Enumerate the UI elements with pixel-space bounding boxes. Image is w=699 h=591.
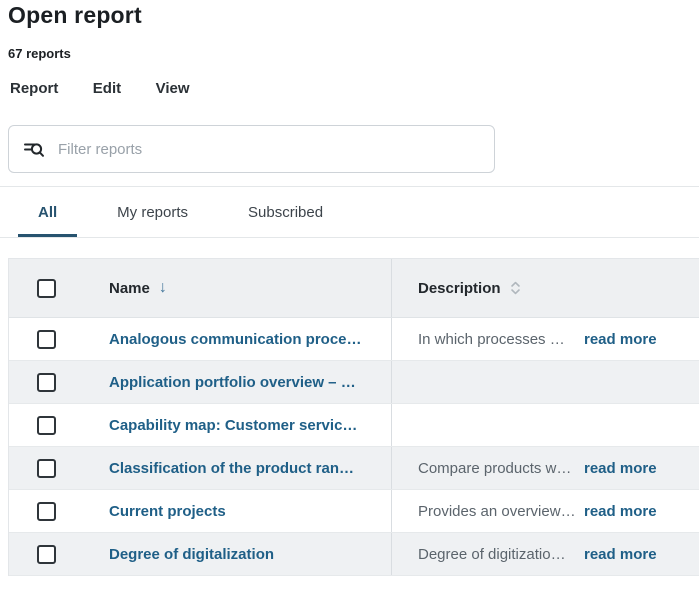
tab-my-reports[interactable]: My reports — [97, 187, 208, 237]
report-name-link[interactable]: Classification of the product ran… — [109, 460, 354, 477]
report-count: 67 reports — [0, 29, 699, 61]
report-description: In which processes … — [418, 331, 576, 348]
row-checkbox[interactable] — [37, 502, 56, 521]
column-header-description[interactable]: Description — [418, 280, 501, 297]
read-more-link[interactable]: read more — [584, 331, 657, 348]
reports-table: Name ↓ Description Analogous communicati… — [8, 258, 699, 576]
tab-bar: All My reports Subscribed — [0, 186, 699, 238]
report-name-link[interactable]: Degree of digitalization — [109, 546, 274, 563]
table-row: Capability map: Customer servic… read mo… — [9, 404, 699, 447]
report-name-link[interactable]: Current projects — [109, 503, 226, 520]
row-checkbox[interactable] — [37, 459, 56, 478]
sort-descending-icon[interactable]: ↓ — [159, 279, 167, 297]
read-more-link[interactable]: read more — [584, 503, 657, 520]
tab-subscribed[interactable]: Subscribed — [228, 187, 343, 237]
read-more-link[interactable]: read more — [584, 546, 657, 563]
row-checkbox[interactable] — [37, 416, 56, 435]
header-name-cell: Name ↓ — [91, 259, 391, 317]
header-checkbox-cell — [9, 259, 91, 317]
page-title: Open report — [0, 0, 699, 29]
report-name-link[interactable]: Analogous communication proce… — [109, 331, 362, 348]
menu-edit[interactable]: Edit — [93, 80, 121, 97]
menu-report[interactable]: Report — [10, 80, 58, 97]
table-row: Application portfolio overview – … read … — [9, 361, 699, 404]
table-row: Current projects Provides an overview… r… — [9, 490, 699, 533]
tab-all[interactable]: All — [18, 187, 77, 237]
row-checkbox[interactable] — [37, 373, 56, 392]
table-header: Name ↓ Description — [9, 259, 699, 318]
filter-input[interactable] — [56, 140, 482, 159]
table-row: Analogous communication proce… In which … — [9, 318, 699, 361]
table-row: Degree of digitalization Degree of digit… — [9, 533, 699, 576]
filter-search-icon — [23, 138, 45, 160]
table-row: Classification of the product ran… Compa… — [9, 447, 699, 490]
report-name-link[interactable]: Capability map: Customer servic… — [109, 417, 357, 434]
report-description: Degree of digitizatio… — [418, 546, 576, 563]
row-checkbox[interactable] — [37, 545, 56, 564]
filter-input-wrapper[interactable] — [8, 125, 495, 173]
column-header-name[interactable]: Name — [109, 280, 150, 297]
report-description: Compare products w… — [418, 460, 576, 477]
menu-view[interactable]: View — [156, 80, 190, 97]
sort-chevrons-icon[interactable] — [510, 280, 521, 296]
row-checkbox[interactable] — [37, 330, 56, 349]
header-description-cell: Description — [391, 259, 699, 317]
menubar: Report Edit View — [0, 61, 699, 98]
report-description: Provides an overview… — [418, 503, 576, 520]
report-name-link[interactable]: Application portfolio overview – … — [109, 374, 356, 391]
read-more-link[interactable]: read more — [584, 460, 657, 477]
select-all-checkbox[interactable] — [37, 279, 56, 298]
